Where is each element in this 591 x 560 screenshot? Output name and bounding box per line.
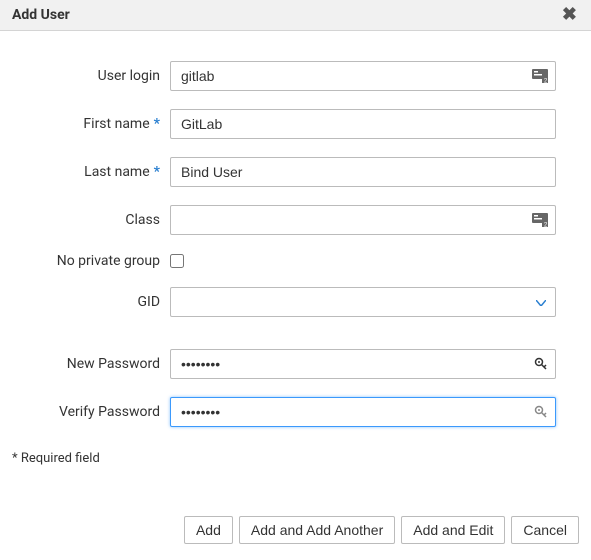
add-and-add-another-button[interactable]: Add and Add Another: [239, 516, 395, 544]
required-indicator: *: [154, 164, 160, 180]
gid-select[interactable]: [170, 287, 556, 317]
row-no-private-group: No private group: [12, 253, 579, 269]
cancel-button[interactable]: Cancel: [511, 516, 579, 544]
label-last-name: Last name*: [12, 164, 170, 180]
new-password-input[interactable]: [170, 349, 556, 379]
class-input[interactable]: [170, 205, 556, 235]
label-user-login: User login: [12, 68, 170, 84]
verify-password-input[interactable]: [170, 397, 556, 427]
add-and-edit-button[interactable]: Add and Edit: [401, 516, 505, 544]
label-verify-password: Verify Password: [12, 404, 170, 420]
row-new-password: New Password: [12, 349, 579, 379]
required-indicator: *: [154, 116, 160, 132]
dialog-header: Add User ✖: [0, 0, 591, 31]
user-login-input[interactable]: [170, 61, 556, 91]
no-private-group-checkbox[interactable]: [170, 254, 184, 268]
last-name-input[interactable]: [170, 157, 556, 187]
label-class: Class: [12, 212, 170, 228]
label-gid: GID: [12, 294, 170, 310]
required-footnote: * Required field: [12, 445, 579, 466]
dialog-body: User login 2 First name* Last name* Clas…: [0, 31, 591, 476]
first-name-input[interactable]: [170, 109, 556, 139]
row-first-name: First name*: [12, 109, 579, 139]
dialog-footer: Add Add and Add Another Add and Edit Can…: [0, 476, 591, 560]
row-verify-password: Verify Password: [12, 397, 579, 427]
row-class: Class 2: [12, 205, 579, 235]
row-last-name: Last name*: [12, 157, 579, 187]
label-no-private-group: No private group: [12, 253, 170, 269]
row-gid: GID: [12, 287, 579, 317]
add-button[interactable]: Add: [184, 516, 233, 544]
label-new-password: New Password: [12, 356, 170, 372]
close-icon[interactable]: ✖: [560, 6, 579, 24]
label-first-name: First name*: [12, 116, 170, 132]
row-user-login: User login 2: [12, 61, 579, 91]
dialog-title: Add User: [12, 7, 70, 23]
